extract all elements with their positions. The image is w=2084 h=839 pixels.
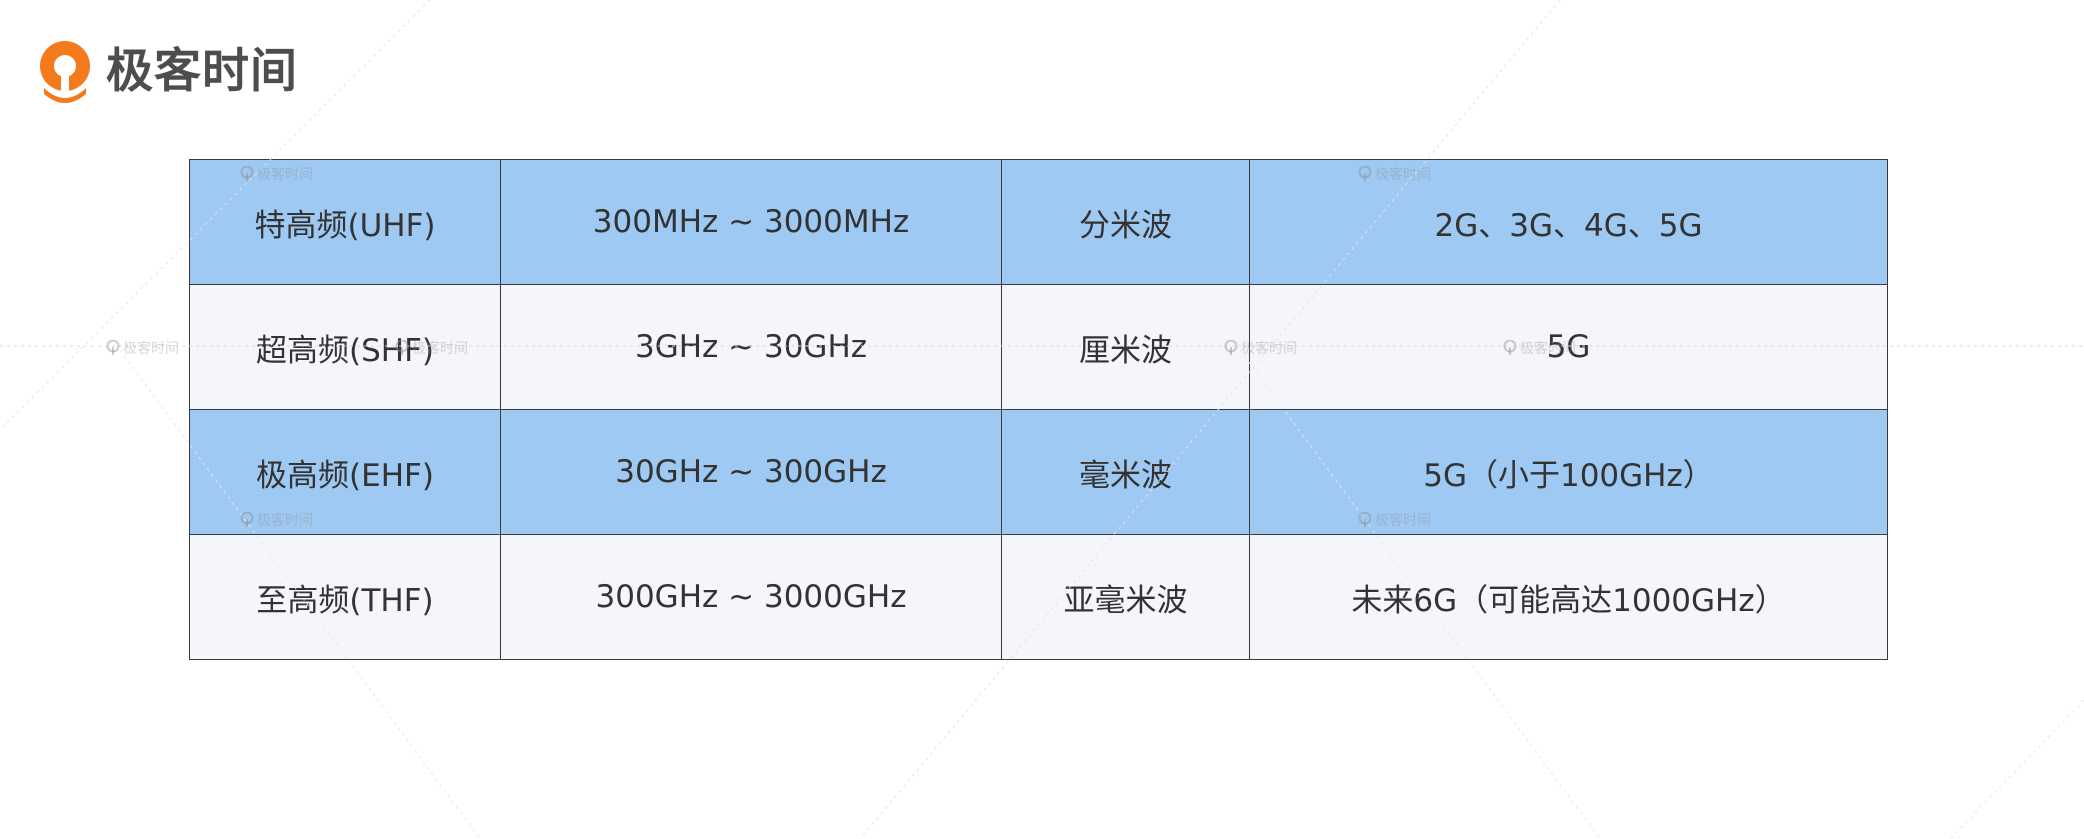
watermark: 极客时间 bbox=[106, 338, 179, 358]
band-cell: 特高频(UHF) bbox=[189, 159, 501, 285]
brand-logo: 极客时间 bbox=[36, 38, 298, 104]
brand-name: 极客时间 bbox=[106, 43, 298, 99]
range-cell: 300MHz ~ 3000MHz bbox=[500, 159, 1002, 285]
wave-cell: 毫米波 bbox=[1001, 409, 1250, 535]
range-cell: 3GHz ~ 30GHz bbox=[500, 284, 1002, 410]
wave-cell: 厘米波 bbox=[1001, 284, 1250, 410]
usage-cell: 5G bbox=[1249, 284, 1888, 410]
table-row: 极高频(EHF) 30GHz ~ 300GHz 毫米波 5G（小于100GHz） bbox=[189, 409, 1888, 535]
usage-cell: 未来6G（可能高达1000GHz） bbox=[1249, 534, 1888, 660]
wave-cell: 亚毫米波 bbox=[1001, 534, 1250, 660]
usage-cell: 2G、3G、4G、5G bbox=[1249, 159, 1888, 285]
frequency-band-table: 特高频(UHF) 300MHz ~ 3000MHz 分米波 2G、3G、4G、5… bbox=[189, 159, 1888, 660]
table-row: 超高频(SHF) 3GHz ~ 30GHz 厘米波 5G bbox=[189, 284, 1888, 410]
range-cell: 30GHz ~ 300GHz bbox=[500, 409, 1002, 535]
watermark-logo-icon bbox=[106, 340, 120, 355]
band-cell: 至高频(THF) bbox=[189, 534, 501, 660]
table-row: 特高频(UHF) 300MHz ~ 3000MHz 分米波 2G、3G、4G、5… bbox=[189, 159, 1888, 285]
wave-cell: 分米波 bbox=[1001, 159, 1250, 285]
watermark-text: 极客时间 bbox=[123, 341, 179, 357]
band-cell: 超高频(SHF) bbox=[189, 284, 501, 410]
usage-cell: 5G（小于100GHz） bbox=[1249, 409, 1888, 535]
geektime-logo-icon bbox=[40, 41, 90, 104]
range-cell: 300GHz ~ 3000GHz bbox=[500, 534, 1002, 660]
band-cell: 极高频(EHF) bbox=[189, 409, 501, 535]
table-row: 至高频(THF) 300GHz ~ 3000GHz 亚毫米波 未来6G（可能高达… bbox=[189, 534, 1888, 660]
